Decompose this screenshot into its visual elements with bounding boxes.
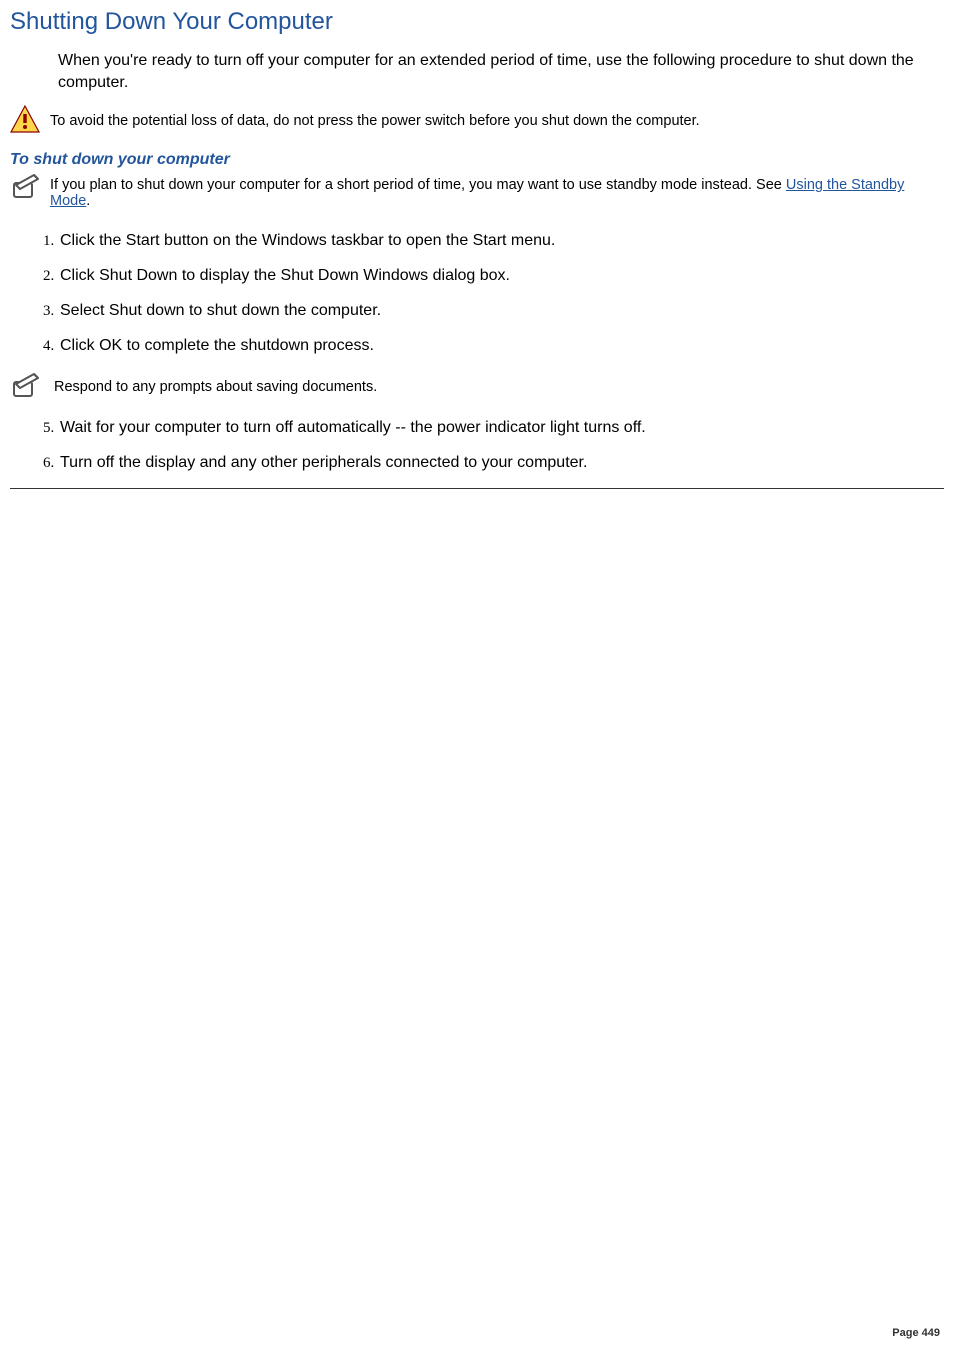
warning-icon xyxy=(10,105,40,137)
step-item: Click Shut Down to display the Shut Down… xyxy=(58,266,944,287)
tip-period: . xyxy=(86,193,90,209)
step-item: Click OK to complete the shutdown proces… xyxy=(58,336,944,357)
step-item: Turn off the display and any other perip… xyxy=(58,453,944,474)
tip-text-pre: If you plan to shut down your computer f… xyxy=(50,177,786,193)
mid-note: Respond to any prompts about saving docu… xyxy=(10,370,944,404)
step-item: Select Shut down to shut down the comput… xyxy=(58,301,944,322)
warning-text: To avoid the potential loss of data, do … xyxy=(50,113,700,129)
steps-list-b: Wait for your computer to turn off autom… xyxy=(10,418,944,474)
mid-note-text: Respond to any prompts about saving docu… xyxy=(54,379,377,395)
step-item: Click the Start button on the Windows ta… xyxy=(58,231,944,252)
steps-list-a: Click the Start button on the Windows ta… xyxy=(10,231,944,356)
intro-paragraph: When you're ready to turn off your compu… xyxy=(58,50,944,93)
tip-note: If you plan to shut down your computer f… xyxy=(10,177,944,209)
note-icon xyxy=(10,171,44,205)
separator xyxy=(10,488,944,489)
procedure-heading: To shut down your computer xyxy=(10,151,944,169)
page-number: Page 449 xyxy=(892,1327,940,1339)
step-item: Wait for your computer to turn off autom… xyxy=(58,418,944,439)
warning-note: To avoid the potential loss of data, do … xyxy=(10,105,944,137)
page-title: Shutting Down Your Computer xyxy=(10,8,944,36)
note-icon xyxy=(10,370,44,404)
